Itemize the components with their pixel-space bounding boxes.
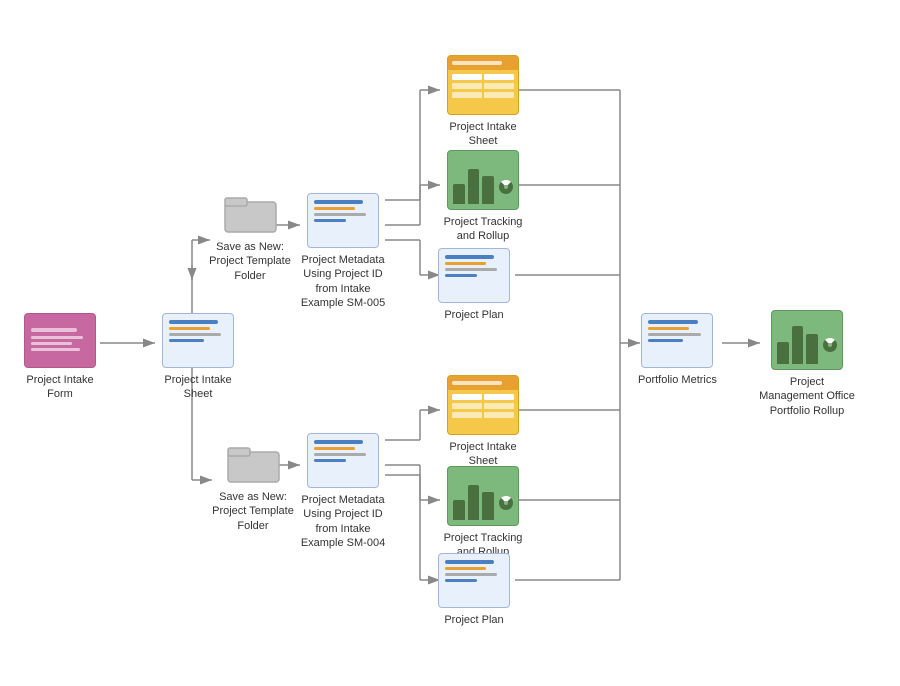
portfolio-metrics-label: Portfolio Metrics (638, 373, 717, 387)
project-metadata-sm004-label: Project Metadata Using Project ID from I… (298, 493, 388, 550)
pmo-portfolio-rollup-node: Project Management Office Portfolio Roll… (757, 310, 857, 418)
project-tracking-top-card[interactable] (447, 150, 519, 210)
project-intake-form-card[interactable] (24, 313, 96, 368)
project-intake-form-node: Project Intake Form (15, 313, 105, 402)
project-metadata-sm005-card[interactable] (307, 193, 379, 248)
portfolio-metrics-node: Portfolio Metrics (638, 313, 717, 387)
project-intake-form-label: Project Intake Form (15, 373, 105, 402)
project-intake-sheet-top-node: Project Intake Sheet (438, 55, 528, 149)
project-plan-bottom-node: Project Plan (438, 553, 510, 627)
project-metadata-sm004-node: Project Metadata Using Project ID from I… (298, 433, 388, 550)
project-metadata-sm005-label: Project Metadata Using Project ID from I… (298, 253, 388, 310)
project-intake-sheet-bottom-node: Project Intake Sheet (438, 375, 528, 469)
folder-top-icon (223, 190, 278, 235)
save-folder-top-node: Save as New: Project Template Folder (205, 190, 295, 283)
portfolio-metrics-card[interactable] (641, 313, 713, 368)
project-intake-sheet-top-label: Project Intake Sheet (438, 120, 528, 149)
project-tracking-bottom-node: Project Tracking and Rollup (438, 466, 528, 560)
pmo-portfolio-rollup-card[interactable] (771, 310, 843, 370)
project-metadata-sm005-node: Project Metadata Using Project ID from I… (298, 193, 388, 310)
pmo-portfolio-rollup-label: Project Management Office Portfolio Roll… (757, 375, 857, 418)
save-folder-top-label: Save as New: Project Template Folder (205, 240, 295, 283)
project-intake-sheet-top-card[interactable] (447, 55, 519, 115)
project-plan-bottom-label: Project Plan (444, 613, 503, 627)
project-intake-sheet-mid-label: Project Intake Sheet (153, 373, 243, 402)
project-tracking-bottom-card[interactable] (447, 466, 519, 526)
project-plan-top-node: Project Plan (438, 248, 510, 322)
save-folder-bottom-node: Save as New: Project Template Folder (208, 440, 298, 533)
project-plan-top-label: Project Plan (444, 308, 503, 322)
project-intake-sheet-mid-card[interactable] (162, 313, 234, 368)
project-plan-bottom-card[interactable] (438, 553, 510, 608)
save-folder-bottom-label: Save as New: Project Template Folder (208, 490, 298, 533)
project-metadata-sm004-card[interactable] (307, 433, 379, 488)
folder-bottom-icon (226, 440, 281, 485)
project-intake-sheet-bottom-card[interactable] (447, 375, 519, 435)
project-plan-top-card[interactable] (438, 248, 510, 303)
project-intake-sheet-mid-node: Project Intake Sheet (153, 313, 243, 402)
project-tracking-top-node: Project Tracking and Rollup (438, 150, 528, 244)
workflow-diagram: Project Intake Form Project Intake Sheet… (0, 0, 900, 686)
project-tracking-top-label: Project Tracking and Rollup (438, 215, 528, 244)
project-intake-sheet-bottom-label: Project Intake Sheet (438, 440, 528, 469)
